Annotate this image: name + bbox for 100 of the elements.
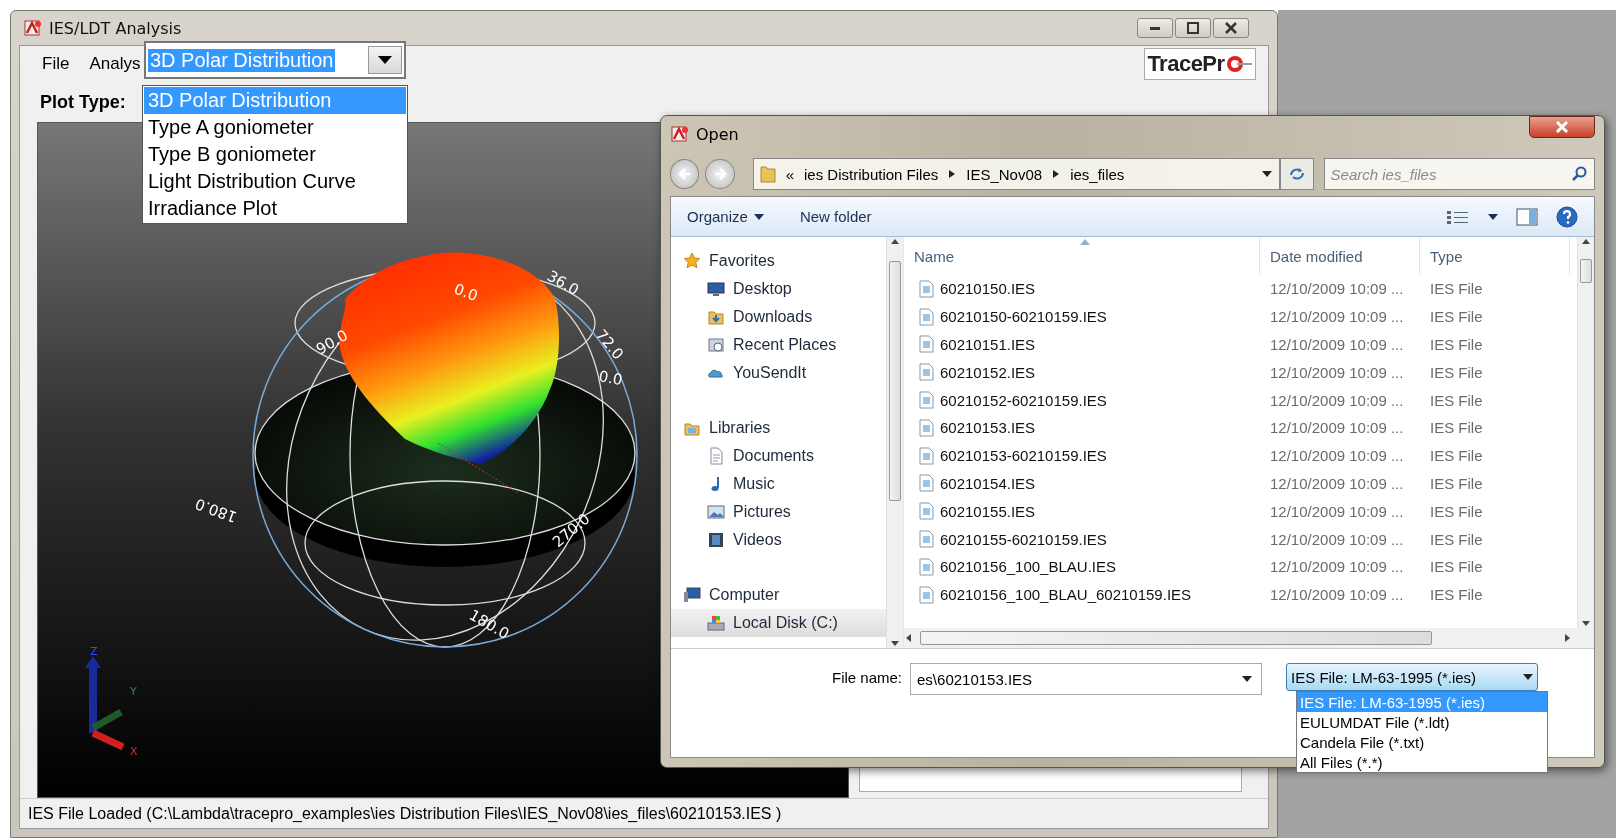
axis-label: X: [130, 745, 138, 758]
scroll-thumb[interactable]: [889, 261, 901, 501]
file-name[interactable]: 60210152-60210159.IES: [940, 391, 1107, 409]
drive-icon: [707, 614, 725, 632]
date-cell-text: 12/10/2009 10:09 ...: [1269, 391, 1405, 409]
clock-folder-icon: [707, 336, 725, 354]
folder-icon: [759, 164, 776, 184]
preview-pane-icon[interactable]: [1516, 207, 1538, 226]
window-title: IES/LDT Analysis: [49, 18, 182, 38]
nav-pane-item[interactable]: Music: [671, 470, 886, 498]
file-name-field[interactable]: es\60210153.IES: [910, 663, 1263, 695]
chevron-icon: [948, 169, 957, 179]
lens-icon: [1224, 54, 1253, 74]
close-icon: [1224, 22, 1238, 34]
toolbar-button[interactable]: Organize: [687, 208, 764, 225]
nav-pane-item[interactable]: Documents: [671, 442, 886, 470]
horizontal-scrollbar[interactable]: [904, 628, 1594, 648]
menu-item[interactable]: Analys: [89, 52, 141, 76]
help-icon[interactable]: [1556, 205, 1578, 228]
file-name[interactable]: 60210150-60210159.IES: [940, 308, 1107, 326]
dropdown-option[interactable]: Type A goniometer: [144, 114, 406, 141]
minimize-button[interactable]: [1137, 18, 1173, 38]
menu-item[interactable]: File: [42, 52, 70, 76]
file-name[interactable]: 60210155-60210159.IES: [940, 530, 1107, 548]
search-field[interactable]: Search ies_files: [1323, 158, 1595, 190]
date-cell-text: 12/10/2009 10:09 ...: [1269, 363, 1405, 381]
field-label: Plot Type:: [40, 91, 126, 113]
nav-pane-item[interactable]: Desktop: [671, 275, 886, 303]
type-cell-text: IES File: [1429, 363, 1483, 381]
file-name[interactable]: 60210154.IES: [940, 474, 1036, 492]
file-name[interactable]: 60210153.IES: [940, 419, 1036, 437]
dropdown-option[interactable]: Light Distribution Curve: [144, 168, 406, 195]
scroll-thumb[interactable]: [920, 631, 1432, 645]
scroll-thumb[interactable]: [1580, 259, 1592, 283]
logo-text: TracePr: [1147, 50, 1225, 78]
monitor-icon: [707, 280, 725, 298]
nav-pane-item[interactable]: Videos: [671, 526, 886, 554]
breadcrumb-item[interactable]: ies Distribution Files: [804, 165, 939, 183]
file-name[interactable]: 60210152.IES: [940, 363, 1036, 381]
close-button[interactable]: [1213, 18, 1249, 38]
angle-label: 180.0: [192, 494, 240, 527]
dropdown-option[interactable]: Type B goniometer: [144, 141, 406, 168]
star-icon: [683, 252, 701, 270]
nav-pane-item[interactable]: Recent Places: [671, 331, 886, 359]
dropdown-option[interactable]: All Files (*.*): [1297, 752, 1547, 772]
nav-pane-item[interactable]: Favorites: [671, 247, 886, 275]
back-button[interactable]: [670, 159, 700, 189]
axis-label: Y: [130, 685, 137, 698]
view-options-icon[interactable]: [1446, 208, 1470, 225]
scroll-right-icon[interactable]: [1562, 633, 1572, 643]
scroll-left-icon[interactable]: [904, 633, 914, 643]
file-name[interactable]: 60210150.IES: [940, 280, 1036, 298]
nav-pane-item[interactable]: YouSendIt: [671, 359, 886, 387]
file-icon: [918, 502, 934, 521]
field-label: File name:: [832, 669, 903, 686]
dropdown-option[interactable]: EULUMDAT File (*.ldt): [1297, 712, 1547, 732]
dropdown-option[interactable]: Candela File (*.txt): [1297, 732, 1547, 752]
toolbar-button[interactable]: New folder: [799, 208, 872, 225]
file-name[interactable]: 60210156_100_BLAU_60210159.IES: [940, 586, 1192, 604]
minimize-icon: [1150, 26, 1160, 30]
dropdown-option[interactable]: Irradiance Plot: [144, 195, 406, 222]
nav-pane-item[interactable]: Computer: [671, 581, 886, 609]
type-cell-text: IES File: [1429, 474, 1483, 492]
breadcrumb-item[interactable]: ies_files: [1070, 165, 1125, 183]
breadcrumb-item[interactable]: IES_Nov08: [966, 165, 1043, 183]
type-cell-text: IES File: [1429, 558, 1483, 576]
file-icon: [918, 279, 934, 298]
close-icon: [1555, 121, 1569, 133]
column-header[interactable]: Type: [1420, 237, 1570, 275]
date-cell-text: 12/10/2009 10:09 ...: [1269, 336, 1405, 353]
nav-pane-item[interactable]: Local Disk (C:): [671, 609, 886, 637]
caret-icon: [1242, 676, 1253, 682]
chevron-icon: [1052, 169, 1061, 179]
file-type-dropdown[interactable]: IES File: LM-63-1995 (*.ies): [1286, 663, 1539, 691]
nav-pane-item[interactable]: Downloads: [671, 303, 886, 331]
file-name[interactable]: 60210153-60210159.IES: [940, 447, 1107, 465]
maximize-button[interactable]: [1175, 18, 1211, 38]
angle-label: 90.0: [313, 326, 351, 359]
nav-pane-item[interactable]: Pictures: [671, 498, 886, 526]
close-button[interactable]: [1529, 116, 1595, 138]
scrollbar[interactable]: [886, 237, 903, 648]
scroll-down-icon[interactable]: [890, 640, 900, 648]
dialog-title: Open: [696, 124, 739, 144]
file-name[interactable]: 60210155.IES: [940, 502, 1036, 520]
sort-arrow-icon: [1080, 239, 1090, 245]
caret-icon[interactable]: [1488, 213, 1498, 220]
refresh-button[interactable]: [1280, 158, 1314, 190]
file-icon: [918, 363, 934, 382]
scrollbar[interactable]: [1577, 237, 1594, 628]
column-header[interactable]: Date modified: [1260, 237, 1420, 275]
status-bar-text: IES File Loaded (C:\Lambda\tracepro_examples\ies Distribution Files\IES_Nov08\ies_files\60210153.IES ): [28, 804, 782, 823]
type-cell-text: IES File: [1429, 419, 1483, 437]
axis-triad-icon: [85, 656, 125, 751]
file-name[interactable]: 60210151.IES: [940, 336, 1036, 353]
address-bar[interactable]: « ies Distribution Files IES_Nov08 ies_files: [752, 158, 1281, 190]
date-cell-text: 12/10/2009 10:09 ...: [1269, 280, 1405, 298]
forward-button[interactable]: [705, 159, 735, 189]
breadcrumb-item[interactable]: «: [785, 165, 795, 183]
file-name[interactable]: 60210156_100_BLAU.IES: [940, 558, 1116, 576]
nav-pane-item[interactable]: Libraries: [671, 414, 886, 442]
